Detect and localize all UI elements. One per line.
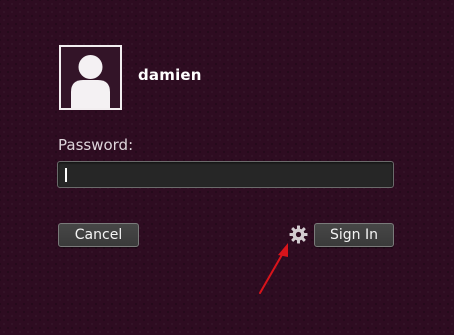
text-cursor	[65, 168, 67, 182]
cancel-button[interactable]: Cancel	[58, 223, 139, 247]
user-silhouette-icon	[71, 55, 110, 108]
password-label: Password:	[58, 136, 134, 154]
username: damien	[138, 66, 202, 84]
gear-icon[interactable]	[289, 225, 308, 244]
avatar	[59, 45, 122, 110]
password-field[interactable]	[57, 161, 394, 188]
password-input[interactable]	[58, 162, 393, 187]
sign-in-button[interactable]: Sign In	[314, 223, 394, 247]
